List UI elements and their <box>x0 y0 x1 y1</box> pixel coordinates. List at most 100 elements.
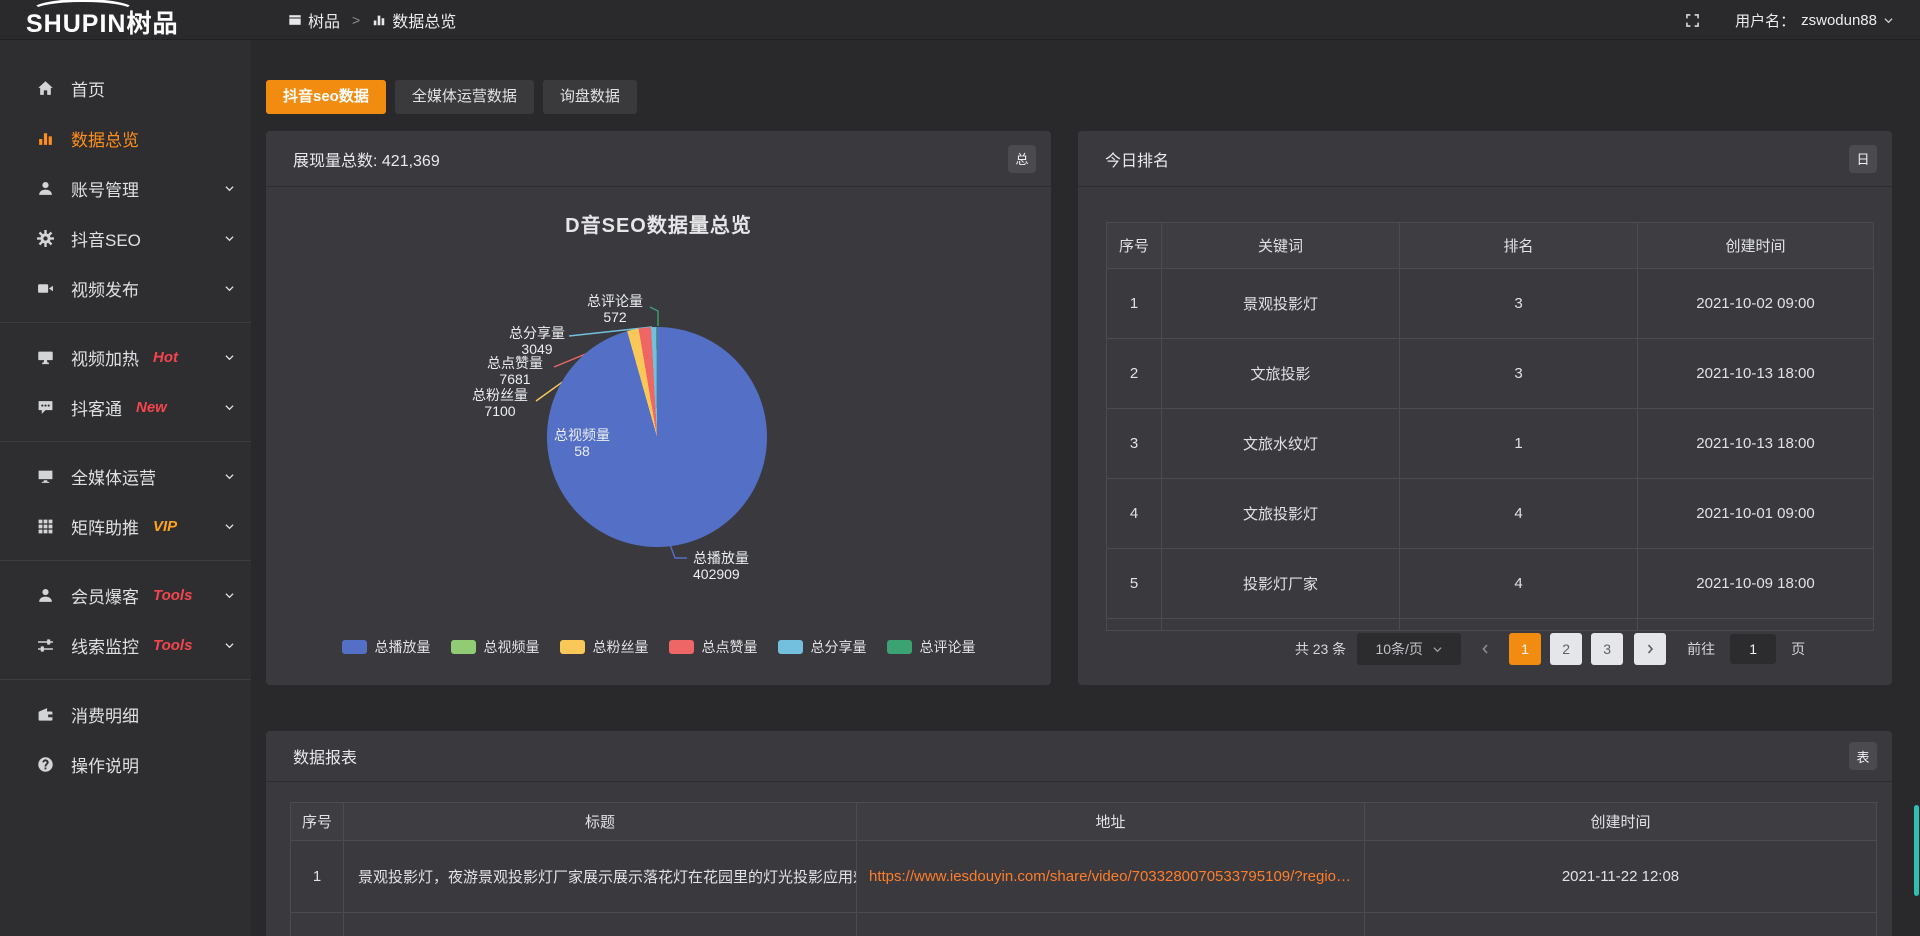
table-cell: 4 <box>1400 479 1638 549</box>
pagination: 共 23 条 10条/页 123 前往 页 <box>1208 633 1892 665</box>
wallet-icon <box>37 706 54 723</box>
video-icon <box>37 280 54 297</box>
table-cell: 2021-11-22 12:08 <box>1365 841 1877 913</box>
report-url-link[interactable]: https://www.iesdouyin.com/share/video/70… <box>857 841 1365 913</box>
sidebar-divider <box>0 322 251 323</box>
legend-item[interactable]: 总播放量 <box>342 637 431 657</box>
chevron-down-icon <box>224 522 235 531</box>
bar-chart-icon <box>372 13 386 27</box>
sidebar-item-consume-detail[interactable]: 消费明细 <box>0 689 251 739</box>
table-cell <box>1107 619 1162 631</box>
table-cell: 5 <box>1107 549 1162 619</box>
sidebar-item-douketong[interactable]: 抖客通New <box>0 382 251 432</box>
goto-page-input[interactable] <box>1730 634 1776 664</box>
table-toggle-button[interactable]: 表 <box>1849 742 1877 770</box>
pie-label: 总评论量572 <box>587 293 643 325</box>
sidebar-divider <box>0 560 251 561</box>
scrollbar-thumb[interactable] <box>1914 805 1919 896</box>
legend-item[interactable]: 总粉丝量 <box>560 637 649 657</box>
pie-label: 总粉丝量7100 <box>472 387 528 419</box>
sidebar-item-badge: Hot <box>153 349 178 366</box>
legend-label: 总播放量 <box>375 637 431 657</box>
report-panel: 数据报表 表 序号标题地址创建时间1景观投影灯，夜游景观投影灯厂家展示展示落花灯… <box>266 731 1892 936</box>
table-cell: 4 <box>1107 479 1162 549</box>
sidebar-item-label: 视频发布 <box>71 276 139 301</box>
breadcrumb: 树品>数据总览 <box>288 0 456 40</box>
table-header-row: 序号标题地址创建时间 <box>291 803 1878 841</box>
username-label: 用户名： <box>1735 10 1795 31</box>
total-toggle-button[interactable]: 总 <box>1008 145 1036 173</box>
table-cell: 1 <box>1400 409 1638 479</box>
sidebar-item-badge: New <box>136 399 167 416</box>
legend-item[interactable]: 总评论量 <box>887 637 976 657</box>
pie-label-name: 总粉丝量 <box>472 387 528 403</box>
next-page-button[interactable] <box>1634 633 1666 665</box>
page-button-2[interactable]: 2 <box>1550 633 1582 665</box>
table-row: 5投影灯厂家42021-10-09 18:00 <box>1107 549 1873 619</box>
day-toggle-button[interactable]: 日 <box>1849 145 1877 173</box>
sidebar-item-badge: Tools <box>153 587 192 604</box>
page-size-select[interactable]: 10条/页 <box>1357 633 1461 665</box>
sidebar-item-label: 账号管理 <box>71 176 139 201</box>
username: zswodun88 <box>1801 12 1877 29</box>
table-row: 1景观投影灯，夜游景观投影灯厂家展示展示落花灯在花园里的灯光投影应用效果 #ht… <box>291 841 1878 913</box>
table-row-clipped <box>291 913 1878 936</box>
grid-icon <box>37 518 54 535</box>
column-header: 创建时间 <box>1365 803 1877 841</box>
table-cell: 2021-10-02 09:00 <box>1638 269 1874 339</box>
pie-label: 总分享量3049 <box>509 325 565 357</box>
sidebar-item-video-publish[interactable]: 视频发布 <box>0 263 251 313</box>
sidebar-item-member-baoke[interactable]: 会员爆客Tools <box>0 570 251 620</box>
sidebar-item-operation-guide[interactable]: 操作说明 <box>0 739 251 789</box>
table-cell: 文旅投影 <box>1162 339 1400 409</box>
sidebar-item-omni-media[interactable]: 全媒体运营 <box>0 451 251 501</box>
prev-page-button[interactable] <box>1472 633 1498 665</box>
chevron-down-icon <box>1883 16 1894 25</box>
chevron-down-icon <box>224 591 235 600</box>
sidebar-item-matrix-boost[interactable]: 矩阵助推VIP <box>0 501 251 551</box>
table-cell: 投影灯厂家 <box>1162 549 1400 619</box>
tab-inquiry-data[interactable]: 询盘数据 <box>543 80 637 114</box>
table-cell <box>857 913 1365 936</box>
sidebar-item-video-heat[interactable]: 视频加热Hot <box>0 332 251 382</box>
monitor-icon <box>37 468 54 485</box>
page-button-1[interactable]: 1 <box>1509 633 1541 665</box>
legend-item[interactable]: 总分享量 <box>778 637 867 657</box>
user-menu[interactable]: 用户名： zswodun88 <box>1735 10 1894 31</box>
breadcrumb-label: 数据总览 <box>392 8 456 32</box>
table-cell: 2021-10-01 09:00 <box>1638 479 1874 549</box>
fullscreen-icon[interactable] <box>1684 12 1701 29</box>
sidebar-item-douyin-seo[interactable]: 抖音SEO <box>0 213 251 263</box>
table-row: 4文旅投影灯42021-10-01 09:00 <box>1107 479 1873 549</box>
page-button-3[interactable]: 3 <box>1591 633 1623 665</box>
sidebar-item-label: 全媒体运营 <box>71 464 156 489</box>
column-header: 创建时间 <box>1638 223 1874 269</box>
sidebar-item-data-overview[interactable]: 数据总览 <box>0 113 251 163</box>
pie-label: 总播放量402909 <box>693 550 749 582</box>
pie-label-value: 7100 <box>472 403 528 419</box>
breadcrumb-item[interactable]: 树品 <box>288 8 340 32</box>
column-header: 序号 <box>291 803 344 841</box>
sidebar-item-label: 首页 <box>71 76 105 101</box>
chevron-down-icon <box>224 641 235 650</box>
legend-swatch <box>669 640 694 654</box>
table-cell: 2 <box>1107 339 1162 409</box>
legend-label: 总评论量 <box>920 637 976 657</box>
table-header-row: 序号关键词排名创建时间 <box>1107 223 1873 269</box>
sidebar-item-lead-monitor[interactable]: 线索监控Tools <box>0 620 251 670</box>
table-cell <box>291 913 344 936</box>
legend-item[interactable]: 总视频量 <box>451 637 540 657</box>
sidebar-item-account-manage[interactable]: 账号管理 <box>0 163 251 213</box>
chevron-down-icon <box>224 403 235 412</box>
legend-swatch <box>887 640 912 654</box>
chevron-down-icon <box>224 234 235 243</box>
report-table: 序号标题地址创建时间1景观投影灯，夜游景观投影灯厂家展示展示落花灯在花园里的灯光… <box>290 802 1878 936</box>
tab-douyin-seo-data[interactable]: 抖音seo数据 <box>266 80 386 114</box>
breadcrumb-item[interactable]: 数据总览 <box>372 8 456 32</box>
bar-chart-icon <box>37 130 54 147</box>
legend-item[interactable]: 总点赞量 <box>669 637 758 657</box>
pie-label-name: 总点赞量 <box>487 355 543 371</box>
tab-omni-media-data[interactable]: 全媒体运营数据 <box>395 80 534 114</box>
sidebar-item-home[interactable]: 首页 <box>0 63 251 113</box>
column-header: 地址 <box>857 803 1365 841</box>
